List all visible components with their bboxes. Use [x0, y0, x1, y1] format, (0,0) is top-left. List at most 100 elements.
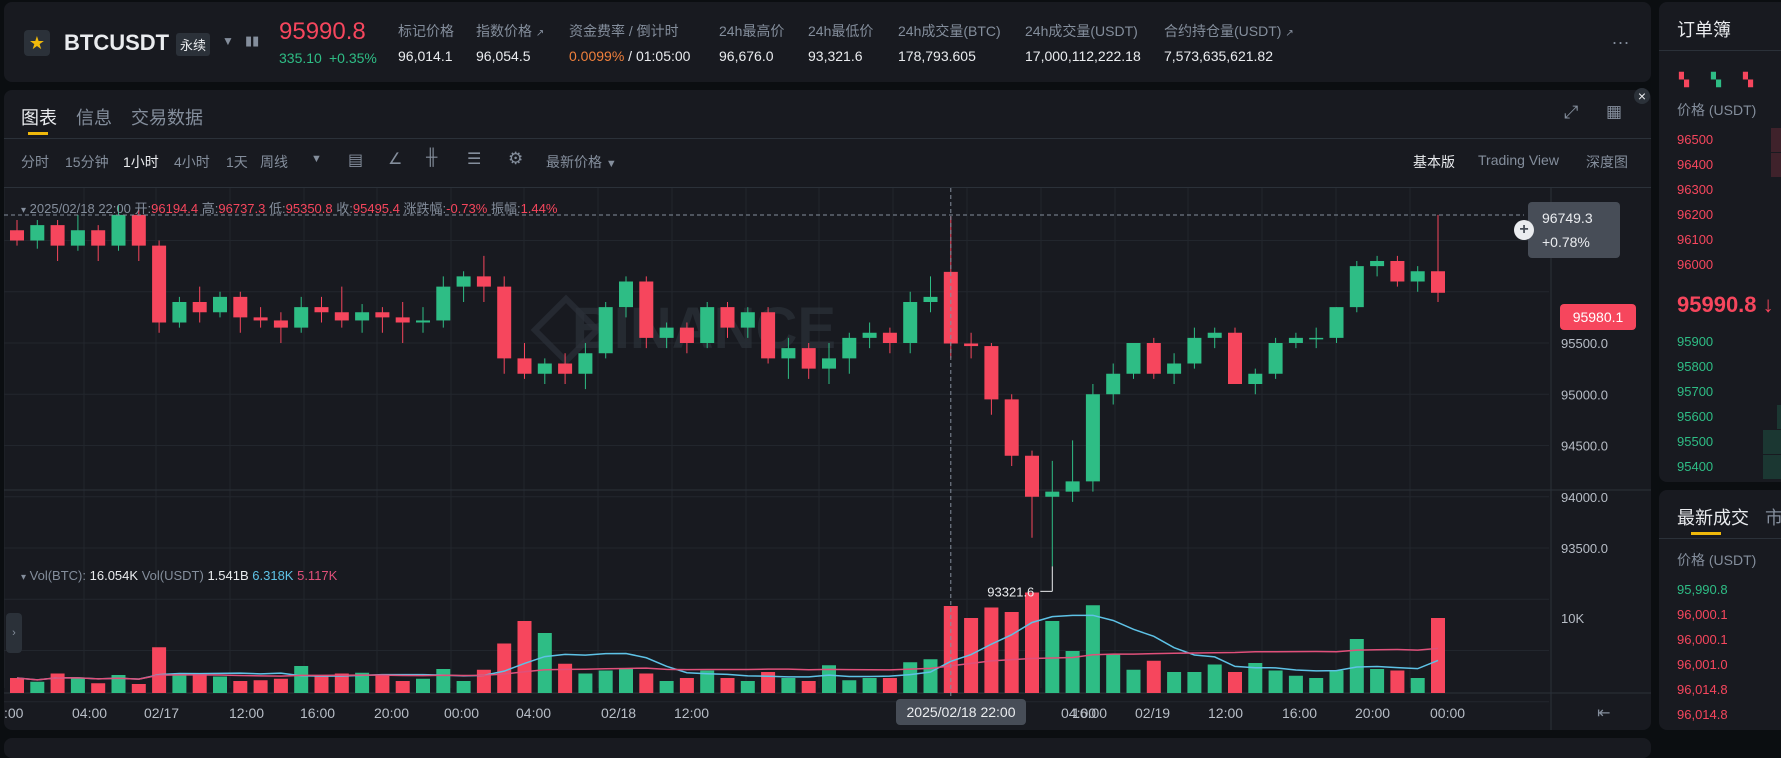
orderbook-bid-row[interactable]: 95600 — [1677, 409, 1713, 424]
calendar-icon[interactable]: ▤ — [348, 150, 363, 170]
orderbook-layout-both-icon[interactable]: ▚ — [1679, 72, 1689, 88]
view-basic[interactable]: 基本版 — [1413, 152, 1455, 172]
interval-4h[interactable]: 4小时 — [174, 152, 210, 172]
add-order-plus-icon[interactable]: + — [1514, 220, 1534, 240]
volume-bar — [598, 670, 613, 693]
time-axis-label: 16:00 — [1072, 705, 1107, 721]
crosshair-price: 96749.3 — [1542, 210, 1593, 226]
symbol-dropdown-chevron-icon[interactable]: ▼ — [222, 34, 234, 48]
collapse-chevron-icon[interactable]: ▾ — [21, 205, 26, 216]
tab-trading-data[interactable]: 交易数据 — [131, 104, 203, 130]
settings-gear-icon[interactable]: ⚙ — [508, 149, 523, 169]
stat-label-open-interest[interactable]: 合约持仓量(USDT) ↗ — [1164, 21, 1294, 41]
interval-1h[interactable]: 1小时 — [123, 152, 159, 172]
volume-bar — [233, 681, 248, 693]
stat-label-index-price[interactable]: 指数价格 ↗ — [476, 21, 544, 41]
funding-countdown: 01:05:00 — [635, 48, 691, 64]
orderbook-bid-row[interactable]: 95500 — [1677, 434, 1713, 449]
volume-bar — [720, 678, 735, 693]
volume-bar — [801, 681, 816, 693]
stat-label-24h-vol-usdt: 24h成交量(USDT) — [1025, 23, 1138, 39]
trades-tab-market[interactable]: 市 — [1765, 504, 1781, 530]
layout-grid-icon[interactable]: ▦ — [1606, 102, 1622, 122]
orderbook-bid-row[interactable]: 95800 — [1677, 359, 1713, 374]
stat-value-24h-high: 96,676.0 — [719, 48, 774, 64]
volume-bar — [578, 673, 593, 693]
volume-bar — [253, 680, 268, 693]
orderbook-bid-row[interactable]: 95400 — [1677, 459, 1713, 474]
draw-tools-icon[interactable]: ∠ — [388, 149, 402, 169]
price-chart[interactable]: BINANCE95500.095000.094500.094000.093500… — [4, 188, 1651, 730]
time-axis-label: 02/17 — [144, 705, 179, 721]
candle-body — [70, 230, 85, 246]
orderbook-layout-asks-icon[interactable]: ▚ — [1743, 72, 1753, 88]
candle-body — [700, 307, 715, 343]
candle-body — [355, 312, 370, 321]
candle-body — [537, 363, 552, 374]
close-panel-icon[interactable]: × — [1634, 88, 1650, 104]
candle-body — [273, 320, 288, 328]
scale-reset-icon[interactable]: ⇤ — [1597, 703, 1610, 723]
candle-body — [50, 225, 65, 246]
orderbook-ask-row[interactable]: 96300 — [1677, 182, 1713, 197]
tab-chart[interactable]: 图表 — [21, 104, 57, 130]
volume-bar — [537, 633, 552, 693]
orderbook-ask-row[interactable]: 96200 — [1677, 207, 1713, 222]
bid-depth-bar — [1763, 455, 1781, 479]
orderbook-ask-row[interactable]: 96000 — [1677, 257, 1713, 272]
last-price-tag: 95980.1 — [1560, 304, 1636, 330]
candle-type-icon[interactable]: ╫ — [426, 149, 437, 167]
symbol-name[interactable]: BTCUSDT — [64, 30, 169, 56]
price-axis-label: 94500.0 — [1561, 439, 1608, 454]
collapse-chevron-icon[interactable]: ▾ — [21, 572, 26, 583]
price-axis-label: 95500.0 — [1561, 336, 1608, 351]
candle-body — [395, 317, 410, 323]
trade-row-price: 96,000.1 — [1677, 607, 1728, 622]
price-type-select[interactable]: 最新价格 ▼ — [546, 152, 617, 172]
volume-bar — [294, 666, 309, 693]
candle-body — [679, 327, 694, 343]
volume-bar — [1370, 669, 1385, 693]
last-price: 95990.8 — [279, 18, 366, 45]
volume-bar — [882, 678, 897, 693]
time-axis-label: 12:00 — [1208, 705, 1243, 721]
ohlc-date: 2025/02/18 22:00 — [29, 201, 131, 216]
trade-row-price: 96,000.1 — [1677, 632, 1728, 647]
volume-bar — [30, 681, 45, 693]
candle-body — [1410, 271, 1425, 282]
interval-1d[interactable]: 1天 — [226, 152, 248, 172]
ticker-header: ★ BTCUSDT 永续 ▼ ▮▮ 95990.8 335.10 +0.35% … — [4, 2, 1651, 82]
orderbook-ask-row[interactable]: 96100 — [1677, 232, 1713, 247]
volume-bar — [314, 675, 329, 693]
volume-bar — [1187, 672, 1202, 693]
candle-body — [639, 281, 654, 338]
interval-time-sharing[interactable]: 分时 — [21, 152, 49, 172]
orderbook-ask-row[interactable]: 96500 — [1677, 132, 1713, 147]
volume-bar — [70, 678, 85, 693]
orderbook-bid-row[interactable]: 95900 — [1677, 334, 1713, 349]
view-depth[interactable]: 深度图 — [1586, 152, 1628, 172]
time-axis-label: :00 — [4, 705, 24, 721]
interval-15m[interactable]: 15分钟 — [65, 152, 109, 172]
orderbook-bid-row[interactable]: 95700 — [1677, 384, 1713, 399]
tab-info[interactable]: 信息 — [76, 104, 112, 130]
contract-info-icon[interactable]: ▮▮ — [245, 33, 259, 49]
volume-bar — [131, 684, 146, 693]
volume-bar — [152, 647, 167, 693]
indicators-icon[interactable]: ☰ — [467, 149, 481, 169]
orderbook-layout-bids-icon[interactable]: ▚ — [1711, 72, 1721, 88]
orderbook-ask-row[interactable]: 96400 — [1677, 157, 1713, 172]
interval-dropdown-chevron-icon[interactable]: ▼ — [311, 153, 322, 165]
expand-sidebar-chevron-icon[interactable]: › — [6, 613, 22, 653]
candle-body — [253, 317, 268, 321]
ohlc-open: 96194.4 — [151, 201, 199, 216]
price-axis-label: 95000.0 — [1561, 387, 1608, 402]
trades-tab-latest[interactable]: 最新成交 — [1677, 504, 1749, 530]
time-axis-label: 12:00 — [229, 705, 264, 721]
favorite-star-icon[interactable]: ★ — [24, 30, 50, 56]
fullscreen-icon[interactable]: ⤢ — [1564, 102, 1578, 123]
view-tradingview[interactable]: Trading View — [1478, 152, 1559, 168]
more-options-icon[interactable]: ... — [1612, 28, 1630, 49]
volume-bar — [416, 678, 430, 693]
interval-weekly[interactable]: 周线 — [260, 152, 288, 172]
